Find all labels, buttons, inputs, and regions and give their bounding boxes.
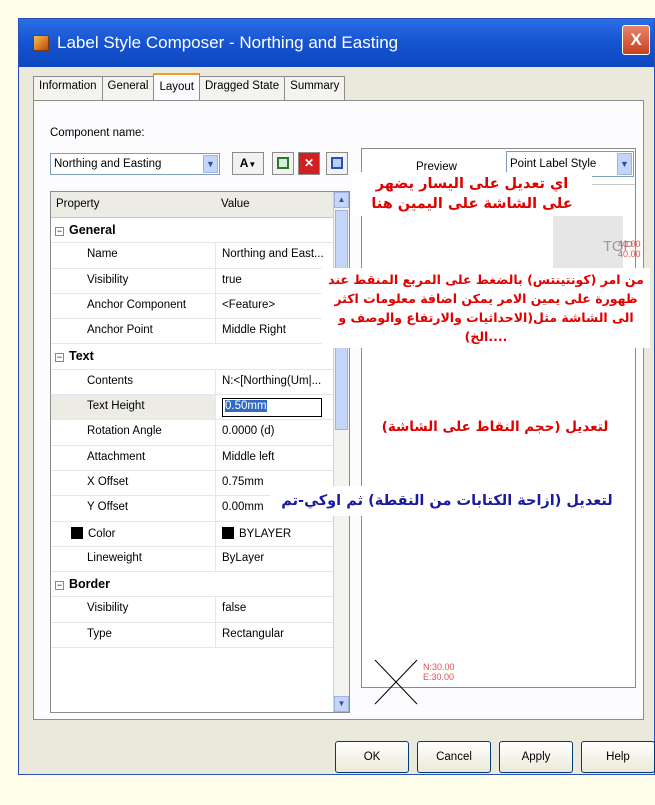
property-name: X Offset xyxy=(51,470,216,496)
tab-information[interactable]: Information xyxy=(33,76,103,100)
property-value[interactable]: Middle Right xyxy=(216,319,334,343)
category-label: Text xyxy=(69,349,94,364)
label-style-composer-window: Label Style Composer - Northing and East… xyxy=(18,18,655,775)
app-icon xyxy=(33,35,49,51)
annotation-note-3: لتعديل (حجم النقاط على الشاشة) xyxy=(381,419,609,435)
top-coord-northing: 40.00 xyxy=(618,239,641,249)
property-value[interactable]: <Feature> xyxy=(216,294,334,318)
value-column-header: Value xyxy=(221,198,250,210)
tab-layout[interactable]: Layout xyxy=(153,73,200,100)
property-name: Y Offset xyxy=(51,496,216,521)
table-row[interactable]: Visibility false xyxy=(51,597,349,623)
component-name-select[interactable]: Northing and Easting ▼ xyxy=(50,153,220,175)
copy-icon xyxy=(277,157,289,169)
preview-style-value: Point Label Style xyxy=(510,158,597,170)
chevron-down-icon[interactable]: ▼ xyxy=(203,155,218,173)
property-column-header: Property xyxy=(56,198,100,210)
top-coord-easting: 40.00 xyxy=(618,249,641,259)
table-row[interactable]: Text Height 0.50mm xyxy=(51,395,349,421)
property-name: Visibility xyxy=(51,597,216,622)
point-coord-easting: E:30.00 xyxy=(423,672,455,682)
property-name: Type xyxy=(51,622,216,648)
window-title: Label Style Composer - Northing and East… xyxy=(57,33,399,52)
table-row[interactable]: Lineweight ByLayer xyxy=(51,546,349,573)
tab-strip: Information General Layout Dragged State… xyxy=(33,73,346,100)
property-name: Anchor Component xyxy=(51,293,216,319)
property-value[interactable]: ByLayer xyxy=(216,547,334,571)
property-name: Anchor Point xyxy=(51,319,216,344)
table-row[interactable]: Contents N:<[Northing(Um|... xyxy=(51,369,349,396)
scroll-down-icon[interactable]: ▼ xyxy=(334,696,349,712)
table-row[interactable]: Visibility true xyxy=(51,268,349,294)
help-button[interactable]: Help xyxy=(581,741,655,773)
chevron-down-icon[interactable]: ▼ xyxy=(617,153,632,175)
draw-order-icon xyxy=(331,157,343,169)
delete-icon: ✕ xyxy=(303,156,315,170)
delete-component-button[interactable]: ✕ xyxy=(298,152,320,175)
category-border[interactable]: − Border xyxy=(51,572,349,598)
text-height-value: 0.50mm xyxy=(225,400,267,413)
tab-summary[interactable]: Summary xyxy=(284,76,346,100)
scroll-up-icon[interactable]: ▲ xyxy=(334,192,349,208)
property-name: Visibility xyxy=(51,268,216,293)
component-name-value: Northing and Easting xyxy=(54,158,162,170)
property-name: Rotation Angle xyxy=(51,420,216,445)
grid-header: Property Value xyxy=(51,192,349,218)
apply-button[interactable]: Apply xyxy=(499,741,573,773)
table-row[interactable]: Color BYLAYER xyxy=(51,521,349,547)
category-general[interactable]: − General xyxy=(51,218,349,244)
property-value[interactable]: N:<[Northing(Um|... xyxy=(216,370,334,394)
component-name-label: Component name: xyxy=(50,127,145,139)
point-marker-icon xyxy=(374,659,418,705)
color-swatch-icon xyxy=(71,526,83,539)
property-grid: Property Value − General Name Northing and… xyxy=(50,191,350,713)
collapse-icon[interactable]: − xyxy=(55,581,64,591)
property-value[interactable]: BYLAYER xyxy=(239,528,291,540)
property-value[interactable]: 0.0000 (d) xyxy=(216,420,334,444)
copy-component-button[interactable] xyxy=(272,152,294,175)
property-name: Name xyxy=(51,243,216,268)
annotation-note-4: لتعديل (ازاحة الكتابات من النقطة) ثم اوك… xyxy=(270,486,624,516)
table-row[interactable]: Anchor Component <Feature> xyxy=(51,293,349,320)
property-value[interactable]: Northing and East... xyxy=(216,243,334,267)
tab-dragged-state[interactable]: Dragged State xyxy=(198,76,286,100)
point-coord-northing: N:30.00 xyxy=(423,662,455,672)
property-name: Attachment xyxy=(51,445,216,470)
property-value[interactable]: true xyxy=(216,269,334,293)
property-name: Color xyxy=(88,527,116,540)
tab-general[interactable]: General xyxy=(101,76,155,100)
table-row[interactable]: Anchor Point Middle Right xyxy=(51,319,349,345)
category-label: Border xyxy=(69,577,110,592)
table-row[interactable]: Rotation Angle 0.0000 (d) xyxy=(51,420,349,446)
component-draw-order-button[interactable] xyxy=(326,152,348,175)
title-bar[interactable]: Label Style Composer - Northing and East… xyxy=(19,19,654,67)
property-value[interactable]: Rectangular xyxy=(216,623,334,647)
table-row[interactable]: Type Rectangular xyxy=(51,622,349,649)
property-name: Lineweight xyxy=(51,546,216,572)
property-name: Text Height xyxy=(51,395,216,420)
property-value[interactable]: false xyxy=(216,597,334,621)
create-text-component-button[interactable]: A▼ xyxy=(232,152,264,175)
color-swatch-icon xyxy=(222,526,234,539)
property-name: Contents xyxy=(51,369,216,395)
text-height-input[interactable]: 0.50mm xyxy=(222,398,322,418)
category-label: General xyxy=(69,223,116,237)
ok-button[interactable]: OK xyxy=(335,741,409,773)
category-text[interactable]: − Text xyxy=(51,344,349,370)
cancel-button[interactable]: Cancel xyxy=(417,741,491,773)
collapse-icon[interactable]: − xyxy=(55,353,64,363)
table-row[interactable]: Name Northing and East... xyxy=(51,243,349,269)
property-value[interactable]: Middle left xyxy=(216,446,334,470)
annotation-note-1: اي تعديل على اليسار يضهر على الشاشة على … xyxy=(352,172,592,216)
annotation-note-2: من امر (كونتينتس) بالضغط على المربع المن… xyxy=(322,268,650,348)
table-row[interactable]: Attachment Middle left xyxy=(51,445,349,471)
close-button[interactable]: X xyxy=(622,25,650,55)
collapse-icon[interactable]: − xyxy=(55,227,64,236)
